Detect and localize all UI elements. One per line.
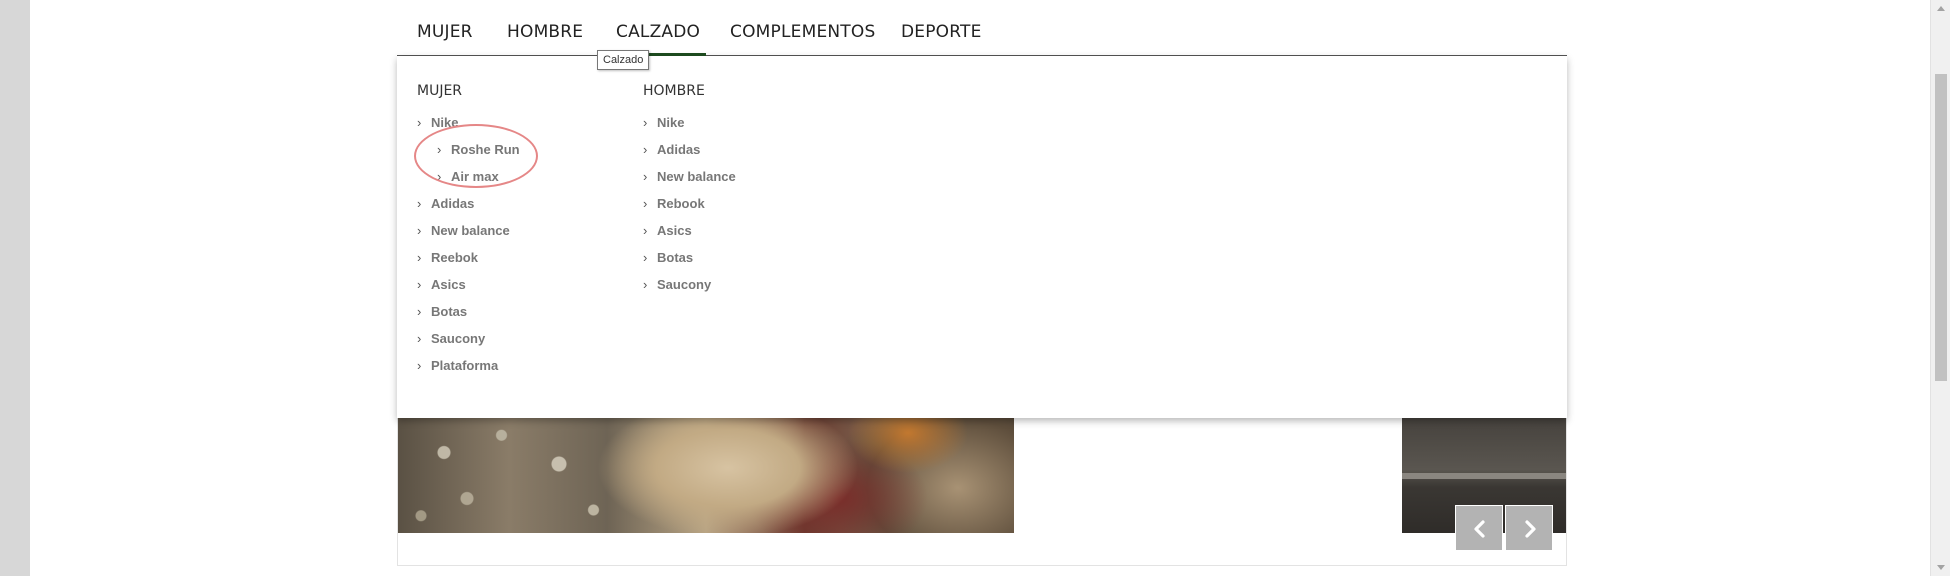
column-title: HOMBRE — [643, 83, 705, 99]
menu-link-botas[interactable]: › Botas — [643, 244, 736, 271]
menu-link-adidas[interactable]: › Adidas — [643, 136, 736, 163]
chevron-right-icon: › — [417, 196, 422, 211]
menu-link-label: Asics — [431, 277, 466, 292]
nav-item-hombre[interactable]: HOMBRE — [507, 22, 583, 42]
vertical-scrollbar[interactable] — [1930, 0, 1950, 576]
menu-link-botas[interactable]: › Botas — [417, 298, 520, 325]
chevron-right-icon: › — [437, 169, 442, 184]
chevron-right-icon: › — [643, 223, 648, 238]
calzado-dropdown: MUJER › Nike › Roshe Run › Air max › Adidas › New… — [397, 56, 1567, 418]
chevron-right-icon: › — [643, 115, 648, 130]
menu-link-label: Saucony — [431, 331, 486, 346]
chevron-right-icon: › — [643, 277, 648, 292]
menu-link-label: New balance — [657, 169, 736, 184]
nav-item-complementos[interactable]: COMPLEMENTOS — [730, 22, 875, 42]
menu-link-asics[interactable]: › Asics — [643, 217, 736, 244]
menu-link-asics[interactable]: › Asics — [417, 271, 520, 298]
dropdown-column-hombre: HOMBRE › Nike › Adidas › New balance › Rebook › A… — [643, 81, 736, 298]
menu-link-reebok[interactable]: › Reebok — [417, 244, 520, 271]
chevron-right-icon: › — [417, 277, 422, 292]
menu-link-label: Saucony — [657, 277, 712, 292]
scroll-down-icon[interactable] — [1937, 565, 1945, 570]
menu-link-label: Adidas — [657, 142, 701, 157]
scrollbar-thumb[interactable] — [1935, 74, 1947, 381]
menu-link-new-balance[interactable]: › New balance — [643, 163, 736, 190]
menu-link-air-max[interactable]: › Air max — [417, 163, 520, 190]
menu-link-plataforma[interactable]: › Plataforma — [417, 352, 520, 379]
menu-link-label: Plataforma — [431, 358, 499, 373]
main-nav: MUJER HOMBRE CALZADO COMPLEMENTOS DEPORT… — [397, 0, 1567, 57]
chevron-right-icon: › — [643, 142, 648, 157]
chevron-right-icon: › — [417, 304, 422, 319]
chevron-left-icon — [1474, 520, 1485, 538]
dropdown-column-mujer: MUJER › Nike › Roshe Run › Air max › Adidas › New… — [417, 81, 520, 379]
menu-link-label: Botas — [431, 304, 468, 319]
slider-prev-button[interactable] — [1455, 505, 1503, 551]
menu-link-label: Botas — [657, 250, 694, 265]
chevron-right-icon: › — [643, 169, 648, 184]
chevron-right-icon: › — [643, 196, 648, 211]
menu-link-label: Roshe Run — [451, 142, 520, 157]
menu-link-nike[interactable]: › Nike — [417, 109, 520, 136]
chevron-right-icon: › — [417, 223, 422, 238]
nav-item-calzado[interactable]: CALZADO — [616, 22, 700, 42]
nav-item-mujer[interactable]: MUJER — [417, 22, 473, 42]
chevron-right-icon: › — [417, 250, 422, 265]
menu-link-roshe-run[interactable]: › Roshe Run — [417, 136, 520, 163]
menu-link-adidas[interactable]: › Adidas — [417, 190, 520, 217]
menu-link-label: New balance — [431, 223, 510, 238]
menu-link-label: Nike — [431, 115, 459, 130]
column-title: MUJER — [417, 83, 463, 99]
menu-link-rebook[interactable]: › Rebook — [643, 190, 736, 217]
menu-link-saucony[interactable]: › Saucony — [643, 271, 736, 298]
nav-item-deporte[interactable]: DEPORTE — [901, 22, 982, 42]
menu-link-label: Reebok — [431, 250, 478, 265]
menu-link-label: Air max — [451, 169, 499, 184]
nav-tooltip: Calzado — [597, 50, 650, 70]
page-left-gutter — [0, 0, 30, 576]
menu-link-label: Rebook — [657, 196, 705, 211]
menu-link-new-balance[interactable]: › New balance — [417, 217, 520, 244]
chevron-right-icon: › — [417, 358, 422, 373]
menu-link-saucony[interactable]: › Saucony — [417, 325, 520, 352]
menu-link-nike[interactable]: › Nike — [643, 109, 736, 136]
chevron-right-icon: › — [437, 142, 442, 157]
slider-frame — [397, 418, 1567, 566]
menu-link-label: Adidas — [431, 196, 475, 211]
chevron-right-icon — [1525, 520, 1536, 538]
menu-link-label: Nike — [657, 115, 685, 130]
chevron-right-icon: › — [417, 331, 422, 346]
slider-next-button[interactable] — [1505, 505, 1553, 551]
chevron-right-icon: › — [417, 115, 422, 130]
scroll-up-icon[interactable] — [1937, 6, 1945, 11]
chevron-right-icon: › — [643, 250, 648, 265]
menu-link-label: Asics — [657, 223, 692, 238]
